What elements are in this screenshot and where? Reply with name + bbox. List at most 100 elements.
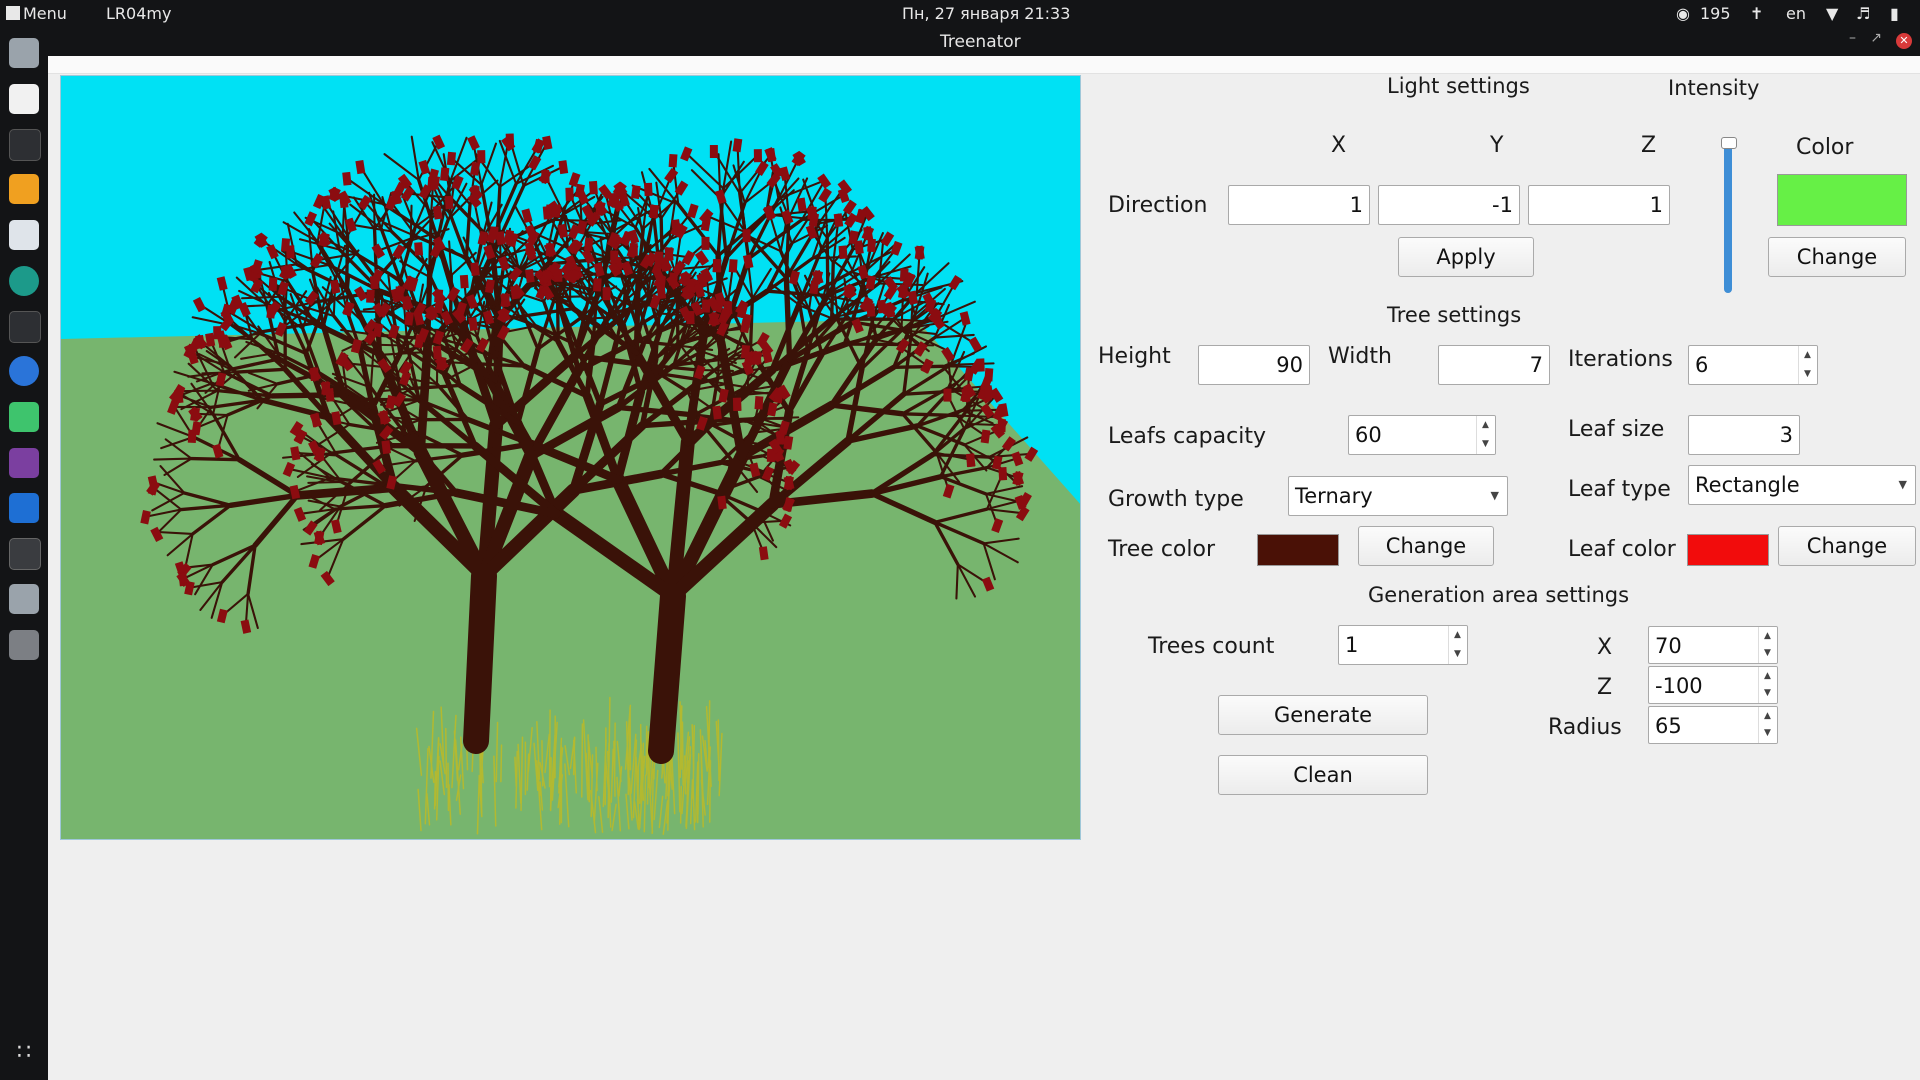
session-label[interactable]: LR04my [106,4,171,23]
leaf-color-change-button[interactable]: Change [1778,526,1916,566]
scene-viewport[interactable] [60,75,1081,840]
qt-creator-icon[interactable] [9,402,39,432]
branch [361,343,402,347]
clock[interactable]: Пн, 27 января 21:33 [902,4,1070,23]
radius-spinbox[interactable]: 65 ▲ ▼ [1648,706,1778,744]
menu-icon [6,6,20,20]
chevron-down-icon: ▼ [1490,489,1499,502]
file-manager-icon[interactable] [9,584,39,614]
text-editor-icon[interactable] [9,493,39,523]
terminal-icon[interactable] [9,311,41,343]
clean-button[interactable]: Clean [1218,755,1428,795]
file-manager-icon[interactable] [9,38,39,68]
messenger-icon[interactable] [9,220,39,250]
intensity-slider-handle[interactable] [1721,137,1737,149]
leaf-size-input[interactable]: 3 [1688,415,1800,455]
leaf [833,213,844,228]
branch [892,364,945,369]
leaf [976,358,985,372]
volume-icon[interactable]: ♬ [1856,4,1870,23]
wifi-icon[interactable]: ▼ [1826,4,1838,23]
terminal-icon[interactable] [9,129,41,161]
leaf [381,440,391,455]
leaf [315,447,325,462]
grass-blade [548,709,551,788]
close-icon[interactable]: ✕ [1896,33,1912,49]
accessibility-icon[interactable]: ✝ [1750,4,1763,23]
area-x-spin-arrows[interactable]: ▲ ▼ [1758,627,1777,663]
grass-blade [681,721,684,786]
area-z-spinbox[interactable]: -100 ▲ ▼ [1648,666,1778,704]
branch [189,456,241,462]
leaf [542,206,552,220]
direction-z-input[interactable]: 1 [1528,185,1670,225]
shield-icon[interactable]: ◉ [1676,4,1690,23]
branch [949,362,995,366]
leaf [470,262,480,276]
maximize-icon[interactable]: ↗ [1870,30,1882,46]
scene-render [61,76,1080,839]
leaf [432,345,442,360]
dock: ∷ [0,28,48,1080]
leafs-capacity-spin-arrows[interactable]: ▲ ▼ [1476,416,1495,454]
light-color-change-button[interactable]: Change [1768,237,1906,277]
branch [177,389,219,393]
keyboard-layout[interactable]: en [1786,4,1806,23]
leaf [459,274,469,289]
tree-color-change-button[interactable]: Change [1358,526,1494,566]
grass-blade [500,744,503,783]
top-panel: Menu LR04my Пн, 27 января 21:33 ◉ 195 ✝ … [0,0,1920,28]
chevron-down-icon: ▼ [1898,478,1907,491]
trees-count-spinbox[interactable]: 1 ▲ ▼ [1338,625,1468,665]
trees-count-spin-arrows[interactable]: ▲ ▼ [1448,626,1467,664]
leaf-type-select[interactable]: Rectangle ▼ [1688,465,1916,505]
apply-button[interactable]: Apply [1398,237,1534,277]
battery-icon[interactable]: ▮ [1890,4,1899,23]
leafs-capacity-spinbox[interactable]: 60 ▲ ▼ [1348,415,1496,455]
branch [825,236,830,297]
minimize-icon[interactable]: – [1849,30,1856,46]
trunk [648,583,686,764]
menu-button[interactable]: Menu [6,4,67,23]
color-label: Color [1796,135,1854,160]
leaf-size-label: Leaf size [1568,417,1665,442]
area-x-spinbox[interactable]: 70 ▲ ▼ [1648,626,1778,664]
grass-blade [581,723,584,798]
pdf-viewer-icon[interactable] [9,84,39,114]
direction-y-input[interactable]: -1 [1378,185,1520,225]
leafs-capacity-label: Leafs capacity [1108,424,1266,449]
leaf [500,293,511,308]
terminal-active-icon[interactable] [9,538,41,570]
slack-icon[interactable] [9,448,39,478]
growth-type-select[interactable]: Ternary ▼ [1288,476,1508,516]
leaf [414,242,424,256]
leaf-color-swatch [1687,534,1769,566]
grass-blade [717,719,720,782]
height-input[interactable]: 90 [1198,345,1310,385]
trash-icon[interactable] [9,630,39,660]
direction-x-input[interactable]: 1 [1228,185,1370,225]
width-input[interactable]: 7 [1438,345,1550,385]
window-title: Treenator [940,32,1021,52]
tree-color-swatch [1257,534,1339,566]
trunk [463,563,497,754]
area-z-spin-arrows[interactable]: ▲ ▼ [1758,667,1777,703]
apps-grid-icon[interactable]: ∷ [9,1038,39,1068]
window-titlebar[interactable]: Treenator – ↗ ✕ [48,28,1920,56]
leaf [742,229,751,243]
leaf [471,185,480,200]
leaf [369,275,379,290]
radius-spin-arrows[interactable]: ▲ ▼ [1758,707,1777,743]
iterations-spinbox[interactable]: 6 ▲ ▼ [1688,345,1818,385]
trees-count-label: Trees count [1148,634,1275,659]
downloader-icon[interactable] [9,174,39,204]
intensity-slider[interactable] [1721,137,1737,293]
firefox-icon[interactable] [9,356,39,386]
tray-count[interactable]: 195 [1700,4,1731,23]
iterations-spin-arrows[interactable]: ▲ ▼ [1798,346,1817,384]
generate-button[interactable]: Generate [1218,695,1428,735]
direction-label: Direction [1108,193,1208,218]
chromium-icon[interactable] [9,266,39,296]
leafs-capacity-value: 60 [1355,423,1382,447]
leaf [541,169,550,184]
